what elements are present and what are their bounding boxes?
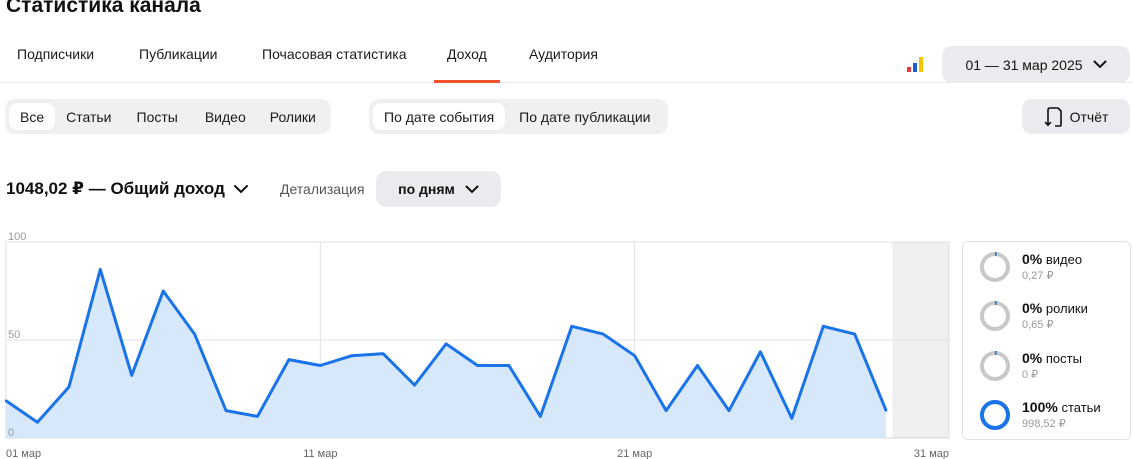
legend-percent: 100% bbox=[1022, 399, 1058, 415]
legend-item-reels[interactable]: 0% ролики 0,65 ₽ bbox=[979, 300, 1088, 332]
tab-income[interactable]: Доход bbox=[434, 46, 500, 83]
detail-label: Детализация bbox=[280, 181, 365, 197]
data-point bbox=[350, 354, 353, 357]
filter-all[interactable]: Все bbox=[9, 103, 56, 130]
donut-ring-icon bbox=[980, 301, 1010, 331]
data-point bbox=[790, 417, 794, 420]
tab-subscribers[interactable]: Подписчики bbox=[17, 46, 94, 62]
data-point bbox=[4, 399, 8, 402]
legend-item-video[interactable]: 0% видео 0,27 ₽ bbox=[979, 251, 1082, 283]
total-income-select[interactable]: 1048,02 ₽ — Общий доход bbox=[6, 179, 249, 199]
data-point bbox=[444, 342, 448, 346]
tab-publications[interactable]: Публикации bbox=[139, 46, 217, 62]
y-tick-label: 50 bbox=[8, 329, 20, 341]
income-area bbox=[6, 269, 887, 438]
legend-amount: 0 ₽ bbox=[1022, 369, 1039, 381]
data-point bbox=[413, 383, 416, 387]
data-point bbox=[727, 409, 731, 412]
tab-audience[interactable]: Аудитория bbox=[529, 46, 598, 62]
legend-amount: 0,27 ₽ bbox=[1022, 270, 1054, 282]
report-label: Отчёт bbox=[1069, 108, 1109, 125]
legend-name: ролики bbox=[1045, 301, 1088, 316]
ring-track bbox=[980, 252, 1010, 282]
legend-name: посты bbox=[1045, 351, 1082, 366]
data-point bbox=[696, 364, 699, 367]
data-point bbox=[193, 332, 196, 336]
filter-by-publication-date[interactable]: По дате публикации bbox=[505, 103, 664, 130]
data-point bbox=[476, 364, 479, 367]
data-point bbox=[161, 289, 165, 293]
chevron-down-icon bbox=[465, 185, 479, 193]
data-point bbox=[130, 374, 133, 377]
legend-percent: 0% bbox=[1022, 300, 1043, 316]
x-tick-label: 01 мар bbox=[6, 448, 41, 459]
data-point bbox=[36, 421, 39, 424]
data-point bbox=[664, 409, 668, 412]
data-point bbox=[319, 364, 322, 367]
legend-percent: 0% bbox=[1022, 251, 1043, 267]
income-legend: 0% видео 0,27 ₽ 0% ролики 0,65 ₽ 0% пост… bbox=[962, 241, 1131, 440]
data-point bbox=[884, 409, 888, 412]
data-point bbox=[539, 415, 542, 418]
bar-chart-icon[interactable] bbox=[907, 54, 924, 72]
date-range-value: 01 — 31 мар 2025 bbox=[965, 56, 1083, 73]
legend-amount: 0,65 ₽ bbox=[1022, 319, 1054, 331]
data-point bbox=[256, 415, 259, 418]
tab-hourly-stats[interactable]: Почасовая статистика bbox=[262, 46, 407, 62]
income-chart: 100 50 0 01 мар 11 мар 21 мар 31 мар bbox=[4, 231, 950, 459]
filter-articles[interactable]: Статьи bbox=[55, 103, 122, 130]
legend-name: видео bbox=[1045, 252, 1083, 267]
ring-track bbox=[980, 301, 1010, 331]
data-point bbox=[382, 352, 385, 355]
detail-select[interactable]: по дням bbox=[376, 171, 501, 207]
data-point bbox=[822, 325, 825, 328]
filter-posts[interactable]: Посты bbox=[123, 103, 192, 130]
report-file-icon bbox=[1044, 106, 1062, 127]
donut-ring-icon bbox=[980, 400, 1010, 430]
total-income: 1048,02 ₽ — Общий доход bbox=[6, 179, 225, 198]
filter-by-event-date[interactable]: По дате события bbox=[373, 103, 506, 130]
chevron-down-icon bbox=[1093, 60, 1107, 69]
data-point bbox=[633, 354, 636, 357]
data-point bbox=[602, 332, 605, 336]
x-tick-label: 11 мар bbox=[303, 448, 337, 459]
data-point bbox=[853, 332, 856, 336]
legend-item-articles[interactable]: 100% статьи 998,52 ₽ bbox=[979, 399, 1101, 431]
date-mode-filter: По дате события По дате публикации bbox=[369, 99, 669, 134]
date-range-select[interactable]: 01 — 31 мар 2025 bbox=[942, 46, 1130, 83]
y-tick-label: 0 bbox=[8, 427, 14, 439]
detail-value: по дням bbox=[398, 181, 455, 197]
data-point bbox=[287, 358, 291, 361]
chevron-down-icon bbox=[233, 185, 248, 194]
data-point bbox=[507, 364, 511, 367]
data-point bbox=[570, 325, 573, 328]
donut-ring-icon bbox=[980, 252, 1010, 282]
ring-share bbox=[980, 400, 1010, 430]
page-title: Статистика канала bbox=[6, 0, 201, 17]
x-tick-label: 21 мар bbox=[617, 448, 652, 459]
data-point bbox=[67, 385, 71, 389]
report-button[interactable]: Отчёт bbox=[1022, 99, 1130, 134]
legend-amount: 998,52 ₽ bbox=[1022, 418, 1066, 430]
filter-reels[interactable]: Ролики bbox=[259, 103, 327, 130]
filter-video[interactable]: Видео bbox=[192, 103, 259, 130]
data-point bbox=[99, 268, 102, 271]
legend-name: статьи bbox=[1061, 400, 1101, 415]
x-tick-label: 31 мар bbox=[914, 448, 949, 459]
y-tick-label: 100 bbox=[8, 231, 26, 243]
ring-track bbox=[980, 351, 1010, 381]
data-point bbox=[224, 409, 228, 412]
legend-item-posts[interactable]: 0% посты 0 ₽ bbox=[979, 350, 1082, 382]
data-point bbox=[759, 350, 762, 353]
content-type-filter: Все Статьи Посты Видео Ролики bbox=[5, 99, 331, 134]
donut-ring-icon bbox=[980, 351, 1010, 381]
legend-percent: 0% bbox=[1022, 350, 1043, 366]
